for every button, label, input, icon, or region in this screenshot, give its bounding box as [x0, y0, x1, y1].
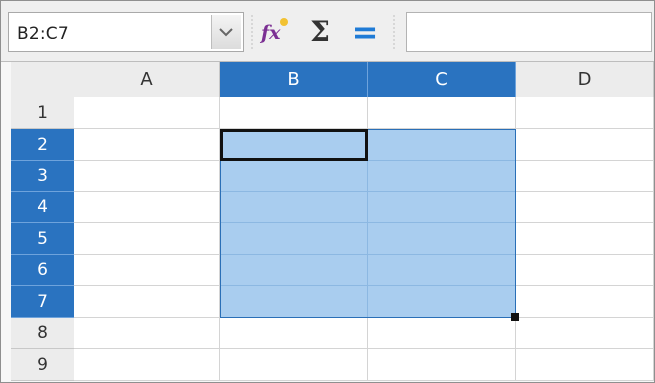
cell-b5[interactable] — [220, 223, 368, 255]
column-header-a[interactable]: A — [74, 62, 220, 97]
formula-button[interactable]: = — [347, 15, 383, 49]
name-box[interactable]: B2:C7 — [8, 12, 244, 52]
function-wizard-glyph: fx — [259, 22, 281, 44]
spreadsheet-window: B2:C7 fx Σ = A B C D 1 2 3 4 5 6 7 8 9 — [0, 0, 655, 383]
cell-a6[interactable] — [74, 255, 220, 286]
row-header-6[interactable]: 6 — [11, 255, 74, 286]
cell-c5[interactable] — [368, 223, 516, 255]
cell-a2[interactable] — [74, 129, 220, 161]
cell-c1[interactable] — [368, 97, 516, 129]
cell-d1[interactable] — [516, 97, 654, 129]
cell-c6[interactable] — [368, 255, 516, 286]
toolbar-separator — [393, 15, 395, 49]
row-header-5[interactable]: 5 — [11, 223, 74, 255]
cell-d4[interactable] — [516, 192, 654, 223]
cell-a7[interactable] — [74, 286, 220, 318]
column-header-d[interactable]: D — [516, 62, 654, 97]
column-header-b[interactable]: B — [220, 62, 368, 97]
row-header-9[interactable]: 9 — [11, 349, 74, 381]
cell-a5[interactable] — [74, 223, 220, 255]
row-header-7[interactable]: 7 — [11, 286, 74, 318]
equals-icon: = — [351, 13, 379, 51]
cell-b3[interactable] — [220, 161, 368, 192]
cell-b1[interactable] — [220, 97, 368, 129]
function-wizard-button[interactable]: fx — [257, 15, 293, 49]
row-header-8[interactable]: 8 — [11, 318, 74, 349]
formula-input[interactable] — [406, 12, 652, 52]
cell-c2[interactable] — [368, 129, 516, 161]
cell-b4[interactable] — [220, 192, 368, 223]
function-wizard-icon: fx — [258, 15, 292, 49]
sigma-icon: Σ — [310, 15, 330, 48]
cell-d3[interactable] — [516, 161, 654, 192]
cell-c7[interactable] — [368, 286, 516, 318]
cell-b6[interactable] — [220, 255, 368, 286]
cell-d8[interactable] — [516, 318, 654, 349]
row-header-3[interactable]: 3 — [11, 161, 74, 192]
cell-b2[interactable] — [220, 129, 368, 161]
name-box-value[interactable]: B2:C7 — [17, 24, 69, 44]
select-all-corner[interactable] — [11, 62, 74, 97]
row-header-1[interactable]: 1 — [11, 97, 74, 129]
cell-a4[interactable] — [74, 192, 220, 223]
cell-d2[interactable] — [516, 129, 654, 161]
cell-c3[interactable] — [368, 161, 516, 192]
formula-bar: B2:C7 fx Σ = — [1, 1, 654, 62]
fill-handle[interactable] — [511, 313, 519, 321]
cell-d5[interactable] — [516, 223, 654, 255]
chevron-down-icon[interactable] — [211, 15, 241, 49]
row-header-4[interactable]: 4 — [11, 192, 74, 223]
cell-d9[interactable] — [516, 349, 654, 381]
cell-c4[interactable] — [368, 192, 516, 223]
cell-a1[interactable] — [74, 97, 220, 129]
cell-d6[interactable] — [516, 255, 654, 286]
cell-b9[interactable] — [220, 349, 368, 381]
cell-b7[interactable] — [220, 286, 368, 318]
cell-b8[interactable] — [220, 318, 368, 349]
cell-c9[interactable] — [368, 349, 516, 381]
row-header-2[interactable]: 2 — [11, 129, 74, 161]
cell-a3[interactable] — [74, 161, 220, 192]
sum-button[interactable]: Σ — [302, 15, 338, 49]
cell-c8[interactable] — [368, 318, 516, 349]
cell-a8[interactable] — [74, 318, 220, 349]
cell-d7[interactable] — [516, 286, 654, 318]
toolbar-separator — [251, 15, 253, 49]
column-header-c[interactable]: C — [368, 62, 516, 97]
cell-a9[interactable] — [74, 349, 220, 381]
